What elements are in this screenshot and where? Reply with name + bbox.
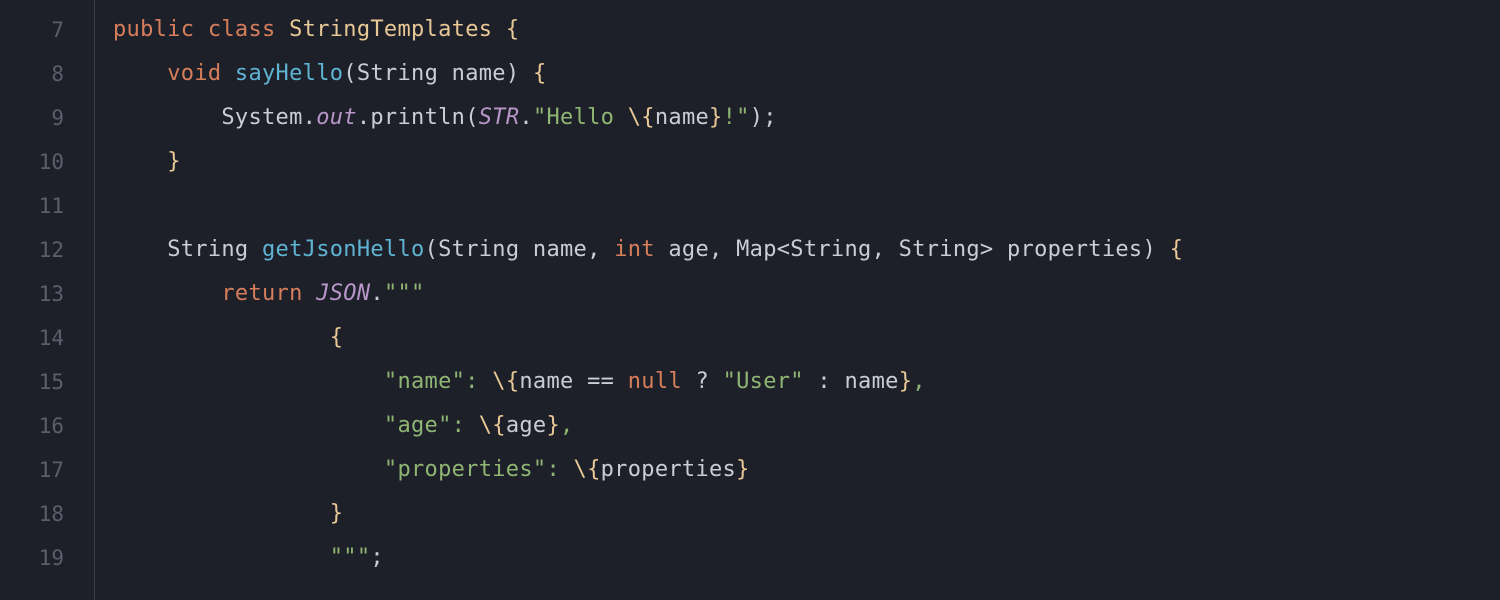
code-token: { xyxy=(533,61,547,86)
code-token xyxy=(276,17,290,42)
line-number: 10 xyxy=(0,140,94,184)
code-token: } xyxy=(709,105,723,130)
code-token xyxy=(221,61,235,86)
line-number: 12 xyxy=(0,228,94,272)
code-token: name == xyxy=(519,369,627,394)
code-token xyxy=(492,17,506,42)
code-line[interactable]: "properties": \{properties} xyxy=(113,448,1500,492)
code-line[interactable]: String getJsonHello(String name, int age… xyxy=(113,228,1500,272)
code-token: """ xyxy=(384,281,425,306)
code-line[interactable]: System.out.println(STR."Hello \{name}!")… xyxy=(113,96,1500,140)
code-token: String name xyxy=(357,61,506,86)
code-token: "age": xyxy=(384,413,479,438)
code-token: ) xyxy=(506,61,520,86)
code-token: { xyxy=(1170,237,1184,262)
code-token xyxy=(303,281,317,306)
code-token: . xyxy=(519,105,533,130)
code-editor[interactable]: 78910111213141516171819 public class Str… xyxy=(0,0,1500,600)
code-token: sayHello xyxy=(235,61,343,86)
code-token: return xyxy=(221,281,302,306)
code-token: System. xyxy=(221,105,316,130)
line-gutter: 78910111213141516171819 xyxy=(0,0,95,600)
code-token: "User" xyxy=(723,369,804,394)
code-token: out xyxy=(316,105,357,130)
line-number: 9 xyxy=(0,96,94,140)
code-line[interactable]: "name": \{name == null ? "User" : name}, xyxy=(113,360,1500,404)
code-token: name xyxy=(655,105,709,130)
code-token: } xyxy=(736,457,750,482)
code-token: : name xyxy=(804,369,899,394)
code-token: "Hello xyxy=(533,105,628,130)
code-token: ; xyxy=(370,545,384,570)
code-token: , xyxy=(560,413,574,438)
line-number: 19 xyxy=(0,536,94,580)
code-token: getJsonHello xyxy=(262,237,425,262)
code-token: null xyxy=(628,369,682,394)
code-line[interactable]: "age": \{age}, xyxy=(113,404,1500,448)
code-token: \{ xyxy=(479,413,506,438)
code-token: { xyxy=(330,325,344,350)
code-token: StringTemplates xyxy=(289,17,492,42)
line-number: 18 xyxy=(0,492,94,536)
code-token: } xyxy=(899,369,913,394)
code-token: . xyxy=(370,281,384,306)
line-number: 16 xyxy=(0,404,94,448)
code-token: JSON xyxy=(316,281,370,306)
line-number: 7 xyxy=(0,8,94,52)
line-number: 11 xyxy=(0,184,94,228)
code-token: ) xyxy=(1142,237,1156,262)
code-token: , xyxy=(912,369,926,394)
code-line[interactable]: """; xyxy=(113,536,1500,580)
line-number: 8 xyxy=(0,52,94,96)
line-number: 15 xyxy=(0,360,94,404)
code-token: } xyxy=(167,149,181,174)
line-number: 17 xyxy=(0,448,94,492)
code-token: properties xyxy=(601,457,736,482)
code-token: } xyxy=(330,501,344,526)
code-token: } xyxy=(546,413,560,438)
code-token: STR xyxy=(479,105,520,130)
code-line[interactable] xyxy=(113,184,1500,228)
line-number: 14 xyxy=(0,316,94,360)
code-token: "name": xyxy=(384,369,492,394)
code-token: \{ xyxy=(492,369,519,394)
code-token: age xyxy=(506,413,547,438)
code-line[interactable]: { xyxy=(113,316,1500,360)
code-token: String xyxy=(167,237,262,262)
code-token: \{ xyxy=(628,105,655,130)
code-token: String name, xyxy=(438,237,614,262)
code-token xyxy=(194,17,208,42)
code-line[interactable]: public class StringTemplates { xyxy=(113,8,1500,52)
code-token: class xyxy=(208,17,276,42)
code-token: int xyxy=(614,237,655,262)
code-line[interactable]: return JSON.""" xyxy=(113,272,1500,316)
code-token: ); xyxy=(750,105,777,130)
code-token xyxy=(1156,237,1170,262)
code-token xyxy=(519,61,533,86)
code-line[interactable]: } xyxy=(113,140,1500,184)
code-token: .println( xyxy=(357,105,479,130)
code-token: !" xyxy=(723,105,750,130)
code-token: ( xyxy=(343,61,357,86)
line-number: 13 xyxy=(0,272,94,316)
code-line[interactable]: void sayHello(String name) { xyxy=(113,52,1500,96)
code-token: public xyxy=(113,17,194,42)
code-token: ( xyxy=(425,237,439,262)
code-token: age, Map<String, String> properties xyxy=(655,237,1143,262)
code-token: """ xyxy=(330,545,371,570)
code-token: ? xyxy=(682,369,723,394)
code-token: \{ xyxy=(574,457,601,482)
code-area[interactable]: public class StringTemplates { void sayH… xyxy=(95,0,1500,600)
code-token: void xyxy=(167,61,221,86)
code-token: "properties": xyxy=(384,457,574,482)
code-line[interactable]: } xyxy=(113,492,1500,536)
code-token: { xyxy=(506,17,520,42)
